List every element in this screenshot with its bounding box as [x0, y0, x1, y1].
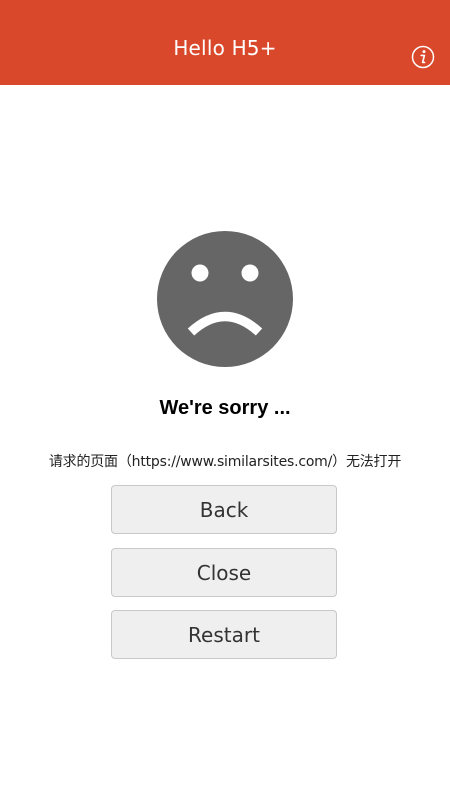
info-icon[interactable] [411, 45, 435, 69]
back-button[interactable]: Back [111, 485, 337, 534]
sad-face-icon [157, 231, 293, 367]
header-title: Hello H5+ [173, 35, 277, 60]
app-screen: Hello H5+ We're sorry ... 请求的页面（https://… [0, 0, 450, 800]
app-header: Hello H5+ [0, 0, 450, 85]
restart-button[interactable]: Restart [111, 610, 337, 659]
error-heading: We're sorry ... [159, 397, 291, 419]
close-button[interactable]: Close [111, 548, 337, 597]
error-message: 请求的页面（https://www.similarsites.com/）无法打开 [48, 454, 402, 470]
